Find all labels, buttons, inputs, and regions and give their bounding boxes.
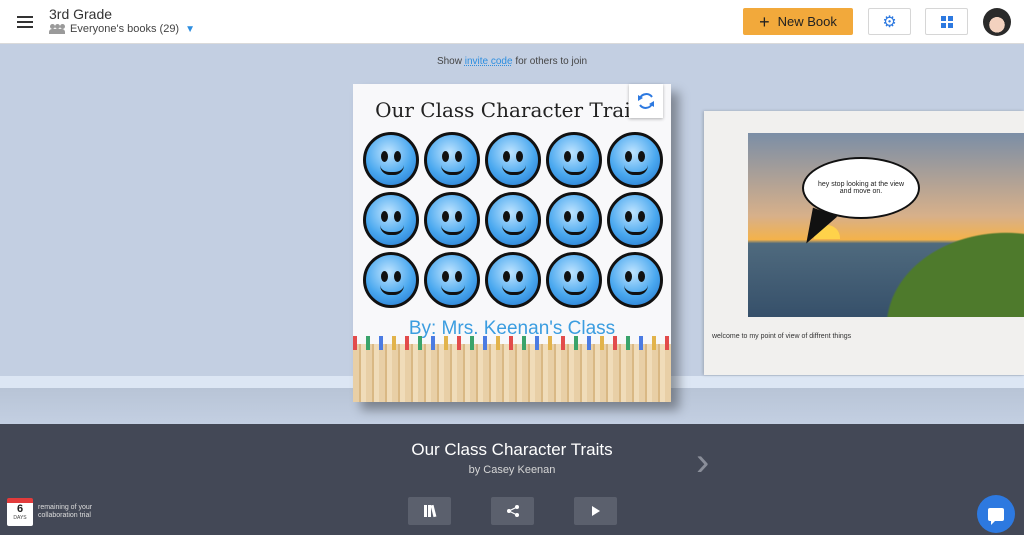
emoji-face xyxy=(607,252,663,308)
trial-text: remaining of your collaboration trial xyxy=(38,504,93,519)
new-book-label: New Book xyxy=(777,14,837,29)
books-filter[interactable]: Everyone's books (29) ▼ xyxy=(49,23,195,35)
bottom-bar: Our Class Character Traits by Casey Keen… xyxy=(0,424,1024,535)
new-book-button[interactable]: + New Book xyxy=(743,8,853,35)
chat-button[interactable] xyxy=(977,495,1015,533)
play-icon xyxy=(591,506,600,516)
rotate-button[interactable] xyxy=(629,84,663,118)
emoji-face xyxy=(546,132,602,188)
cover-title: Our Class Character Traits xyxy=(375,98,649,122)
trial-days-label: DAYS xyxy=(13,515,27,521)
rotate-icon xyxy=(638,93,654,109)
emoji-face xyxy=(607,192,663,248)
settings-button[interactable]: ⚙ xyxy=(868,8,911,35)
emoji-face xyxy=(485,132,541,188)
top-bar: 3rd Grade Everyone's books (29) ▼ + New … xyxy=(0,0,1024,44)
chat-icon xyxy=(988,507,1004,525)
emoji-grid xyxy=(363,132,663,308)
emoji-face xyxy=(363,192,419,248)
emoji-face xyxy=(607,132,663,188)
emoji-face xyxy=(485,252,541,308)
invite-hint: Show invite code for others to join xyxy=(0,56,1024,67)
menu-icon[interactable] xyxy=(14,13,36,31)
emoji-face xyxy=(546,252,602,308)
people-icon xyxy=(49,24,65,34)
speech-bubble: hey stop looking at the view and move on… xyxy=(802,157,920,219)
page-caption: welcome to my point of view of diffrent … xyxy=(712,333,852,340)
share-button[interactable] xyxy=(491,497,534,525)
books-filter-label: Everyone's books (29) xyxy=(70,23,180,35)
calendar-icon: 6 DAYS xyxy=(7,498,33,526)
grid-view-button[interactable] xyxy=(925,8,968,35)
book-author: by Casey Keenan xyxy=(468,464,556,476)
gear-icon: ⚙ xyxy=(882,13,897,31)
share-icon xyxy=(506,505,519,517)
avatar[interactable] xyxy=(983,8,1011,36)
sunset-image: hey stop looking at the view and move on… xyxy=(748,133,1024,317)
class-title[interactable]: 3rd Grade xyxy=(49,6,112,22)
emoji-face xyxy=(424,192,480,248)
chevron-down-icon: ▼ xyxy=(185,23,196,35)
library-button[interactable] xyxy=(408,497,451,525)
grid-icon xyxy=(940,15,953,28)
emoji-face xyxy=(363,252,419,308)
book-page-preview[interactable]: hey stop looking at the view and move on… xyxy=(704,111,1024,375)
chevron-right-icon[interactable]: › xyxy=(696,440,724,484)
hill-shape xyxy=(854,207,1024,317)
emoji-face xyxy=(424,252,480,308)
emoji-face xyxy=(363,132,419,188)
trial-days-count: 6 xyxy=(16,503,24,515)
play-button[interactable] xyxy=(574,497,617,525)
trial-indicator[interactable]: 6 DAYS remaining of your collaboration t… xyxy=(7,498,108,526)
book-cover[interactable]: Our Class Character Traits By: Mrs. Keen… xyxy=(353,84,671,402)
plus-icon: + xyxy=(759,11,770,32)
library-icon xyxy=(424,504,437,518)
emoji-face xyxy=(546,192,602,248)
book-title: Our Class Character Traits xyxy=(411,440,613,459)
emoji-face xyxy=(485,192,541,248)
emoji-face xyxy=(424,132,480,188)
invite-suffix: for others to join xyxy=(515,56,588,67)
invite-code-link[interactable]: invite code xyxy=(465,56,513,67)
pencils-illustration xyxy=(353,336,671,402)
invite-prefix: Show xyxy=(436,56,462,67)
